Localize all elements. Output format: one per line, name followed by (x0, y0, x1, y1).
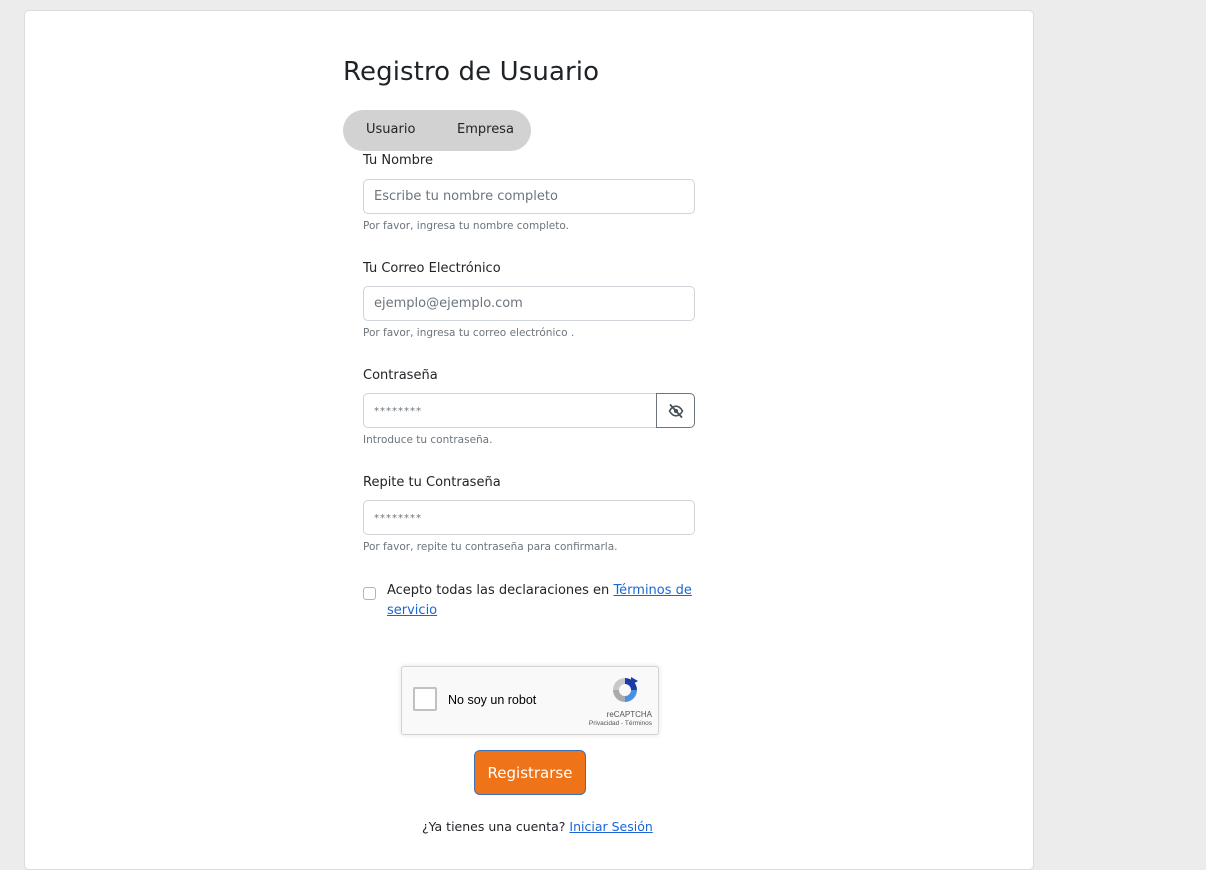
email-input[interactable] (363, 286, 695, 321)
email-help: Por favor, ingresa tu correo electrónico… (363, 327, 575, 339)
recaptcha-widget: No soy un robot reCAPTCHA Privacidad - T… (401, 666, 659, 735)
terms-text: Acepto todas las declaraciones en Términ… (387, 581, 707, 621)
recaptcha-checkbox[interactable] (413, 687, 437, 711)
account-type-tabs: Usuario Empresa (343, 110, 531, 151)
recaptcha-label: No soy un robot (448, 693, 537, 707)
login-prompt: ¿Ya tienes una cuenta? Iniciar Sesión (422, 819, 653, 834)
terms-checkbox[interactable] (363, 587, 376, 600)
name-label: Tu Nombre (363, 153, 433, 168)
tab-usuario[interactable]: Usuario (366, 122, 415, 137)
page-title: Registro de Usuario (343, 57, 600, 87)
name-help: Por favor, ingresa tu nombre completo. (363, 220, 569, 232)
login-question: ¿Ya tienes una cuenta? (422, 819, 566, 834)
recaptcha-privacy-link[interactable]: Privacidad (589, 720, 619, 727)
password-input[interactable] (363, 393, 657, 428)
password-confirm-input[interactable] (363, 500, 695, 535)
login-link[interactable]: Iniciar Sesión (569, 819, 652, 834)
password-confirm-help: Por favor, repite tu contraseña para con… (363, 541, 618, 553)
registration-card: Registro de Usuario Usuario Empresa Tu N… (24, 10, 1034, 870)
name-input[interactable] (363, 179, 695, 214)
terms-statement: Acepto todas las declaraciones en (387, 583, 610, 598)
tab-empresa[interactable]: Empresa (457, 122, 514, 137)
password-confirm-label: Repite tu Contraseña (363, 475, 501, 490)
password-help: Introduce tu contraseña. (363, 434, 493, 446)
register-button[interactable]: Registrarse (474, 750, 586, 795)
password-label: Contraseña (363, 368, 438, 383)
eye-slash-icon (668, 403, 683, 418)
recaptcha-logo-icon (613, 677, 638, 702)
email-label: Tu Correo Electrónico (363, 261, 501, 276)
recaptcha-links: Privacidad - Términos (589, 720, 652, 727)
recaptcha-terms-link[interactable]: Términos (625, 720, 652, 727)
toggle-password-visibility-button[interactable] (656, 393, 695, 428)
recaptcha-brand: reCAPTCHA (606, 710, 652, 719)
